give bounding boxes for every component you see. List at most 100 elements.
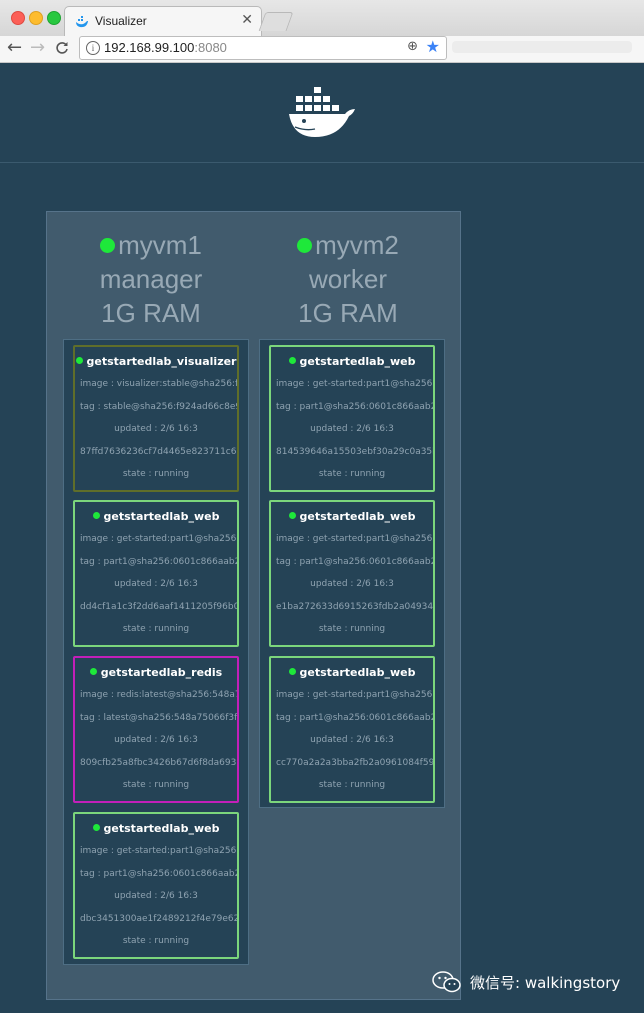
container-name: getstartedlab_redis (100, 666, 223, 679)
container-updated: updated : 2/6 16:3 (114, 424, 198, 434)
node-ram: 1G RAM (298, 298, 398, 328)
back-button[interactable]: ← (7, 37, 22, 58)
container-id: cc770a2a2a3bba2fb2a0961084f595 (276, 758, 433, 768)
node-name: myvm2 (315, 230, 399, 260)
container-image: image : get-started:part1@sha256:0 (276, 534, 433, 544)
container-image: image : get-started:part1@sha256:0 (80, 846, 237, 856)
container-image: image : get-started:part1@sha256:0 (80, 534, 237, 544)
extensions-area (452, 41, 632, 53)
forward-button[interactable]: → (30, 37, 45, 58)
container-image: image : get-started:part1@sha256:0 (276, 379, 433, 389)
page-header (0, 63, 644, 163)
node-name-line: myvm1 (53, 228, 249, 262)
container-name: getstartedlab_visualizer (86, 355, 237, 368)
container-updated: updated : 2/6 16:3 (114, 579, 198, 589)
container-card-web[interactable]: getstartedlab_web image : get-started:pa… (269, 656, 435, 803)
container-tag: tag : latest@sha256:548a75066f3f28 (80, 713, 237, 723)
node-role: manager (99, 264, 203, 294)
container-card-web[interactable]: getstartedlab_web image : get-started:pa… (73, 500, 239, 647)
container-state: state : running (318, 469, 386, 479)
address-bar[interactable]: i 192.168.99.100:8080 ⊕ ★ (79, 36, 447, 60)
container-name: getstartedlab_web (103, 822, 220, 835)
docker-favicon-icon (76, 16, 88, 28)
container-status-dot (92, 824, 100, 831)
container-id: dbc3451300ae1f2489212f4e79e622 (80, 914, 237, 924)
node-name-line: myvm2 (250, 228, 446, 262)
container-title: getstartedlab_web (271, 510, 433, 523)
container-state: state : running (122, 469, 190, 479)
maximize-window-button[interactable] (47, 11, 61, 25)
bookmark-star-icon[interactable]: ★ (426, 37, 440, 56)
container-title: getstartedlab_redis (75, 666, 237, 679)
container-id: 809cfb25a8fbc3426b67d6f8da69336 (80, 758, 237, 768)
container-name: getstartedlab_web (299, 355, 416, 368)
container-updated: updated : 2/6 16:3 (114, 735, 198, 745)
container-status-dot (92, 512, 100, 519)
container-status-dot (75, 357, 83, 364)
container-image: image : get-started:part1@sha256:0 (276, 690, 433, 700)
browser-tab-visualizer[interactable]: Visualizer ✕ (64, 6, 262, 37)
node-container-list-myvm1: getstartedlab_visualizer image : visuali… (63, 339, 249, 965)
container-tag: tag : part1@sha256:0601c866aab2a (80, 869, 237, 879)
node-role: worker (308, 264, 387, 294)
container-card-web[interactable]: getstartedlab_web image : get-started:pa… (73, 812, 239, 959)
browser-titlebar: Visualizer ✕ (0, 0, 644, 37)
container-tag: tag : stable@sha256:f924ad66c8e94b (80, 402, 237, 412)
container-card-visualizer[interactable]: getstartedlab_visualizer image : visuali… (73, 345, 239, 492)
node-status-dot (297, 238, 313, 253)
node-status-dot (100, 238, 116, 253)
container-state: state : running (122, 624, 190, 634)
tab-title: Visualizer (95, 14, 147, 28)
close-window-button[interactable] (11, 11, 25, 25)
browser-toolbar: ← → i 192.168.99.100:8080 ⊕ ★ (0, 36, 644, 63)
container-state: state : running (122, 936, 190, 946)
container-card-web[interactable]: getstartedlab_web image : get-started:pa… (269, 500, 435, 647)
container-name: getstartedlab_web (103, 510, 220, 523)
node-name: myvm1 (118, 230, 202, 260)
container-updated: updated : 2/6 16:3 (310, 579, 394, 589)
info-icon[interactable]: i (86, 41, 100, 55)
docker-whale-logo-icon (289, 87, 355, 137)
url-port: :8080 (194, 40, 227, 55)
reload-icon[interactable] (55, 41, 69, 55)
node-header-myvm2: myvm2 worker 1G RAM (250, 228, 446, 330)
watermark-text: 微信号: walkingstory (470, 974, 621, 992)
container-tag: tag : part1@sha256:0601c866aab2a (80, 557, 237, 567)
node-ram: 1G RAM (101, 298, 201, 328)
container-card-web[interactable]: getstartedlab_web image : get-started:pa… (269, 345, 435, 492)
container-status-dot (288, 512, 296, 519)
container-id: e1ba272633d6915263fdb2a04934b1 (276, 602, 433, 612)
node-container-list-myvm2: getstartedlab_web image : get-started:pa… (259, 339, 445, 808)
swarm-cluster-panel: myvm1 manager 1G RAM myvm2 worker 1G RAM… (46, 211, 461, 1000)
new-tab-button[interactable] (258, 12, 294, 31)
container-tag: tag : part1@sha256:0601c866aab2a (276, 557, 433, 567)
container-title: getstartedlab_visualizer (75, 355, 237, 368)
container-updated: updated : 2/6 16:3 (310, 735, 394, 745)
container-state: state : running (318, 624, 386, 634)
container-title: getstartedlab_web (75, 822, 237, 835)
container-image: image : visualizer:stable@sha256:f92 (80, 379, 237, 389)
container-updated: updated : 2/6 16:3 (114, 891, 198, 901)
zoom-icon[interactable]: ⊕ (407, 39, 418, 54)
container-title: getstartedlab_web (271, 666, 433, 679)
container-tag: tag : part1@sha256:0601c866aab2a (276, 402, 433, 412)
container-status-dot (89, 668, 97, 675)
wechat-icon (432, 971, 461, 993)
container-id: dd4cf1a1c3f2dd6aaf1411205f96b03 (80, 602, 237, 612)
container-state: state : running (318, 780, 386, 790)
container-card-redis[interactable]: getstartedlab_redis image : redis:latest… (73, 656, 239, 803)
container-id: 814539646a15503ebf30a29c0a35b8 (276, 447, 433, 457)
container-id: 87ffd7636236cf7d4465e823711c692 (80, 447, 237, 457)
container-title: getstartedlab_web (271, 355, 433, 368)
tab-close-icon[interactable]: ✕ (241, 12, 253, 28)
url-text: 192.168.99.100:8080 (104, 40, 227, 55)
container-name: getstartedlab_web (299, 510, 416, 523)
container-state: state : running (122, 780, 190, 790)
container-name: getstartedlab_web (299, 666, 416, 679)
container-updated: updated : 2/6 16:3 (310, 424, 394, 434)
container-status-dot (288, 357, 296, 364)
container-tag: tag : part1@sha256:0601c866aab2a (276, 713, 433, 723)
container-status-dot (288, 668, 296, 675)
minimize-window-button[interactable] (29, 11, 43, 25)
container-title: getstartedlab_web (75, 510, 237, 523)
